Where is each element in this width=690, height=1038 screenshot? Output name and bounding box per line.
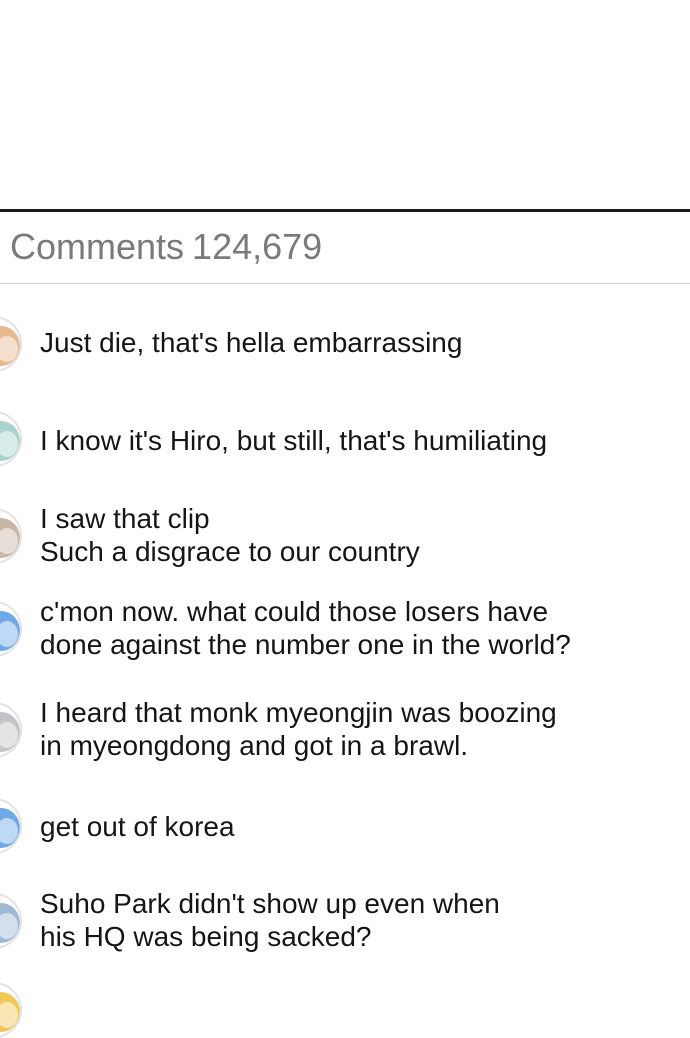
comment-line: I heard that monk myeongjin was boozing — [40, 697, 557, 728]
comment-line: his HQ was being sacked? — [40, 921, 372, 952]
comment-text: I saw that clip Such a disgrace to our c… — [40, 502, 660, 568]
comment-line: c'mon now. what could those losers have — [40, 596, 549, 627]
webtoon-panel-blank-area — [0, 0, 690, 209]
comment-text: get out of korea — [40, 810, 660, 843]
user-avatar-icon[interactable] — [0, 316, 22, 372]
comments-count: 124,679 — [192, 226, 323, 267]
comment-text: Suho Park didn't show up even when his H… — [40, 887, 660, 953]
comment-line: get out of korea — [40, 811, 235, 842]
comments-header: Comments 124,679 — [10, 224, 322, 270]
comment-line: I saw that clip — [40, 503, 210, 534]
user-avatar-icon[interactable] — [0, 601, 22, 657]
user-avatar-icon[interactable] — [0, 893, 22, 949]
user-avatar-icon[interactable] — [0, 411, 22, 467]
comments-label: Comments — [10, 226, 185, 267]
comment-text: I heard that monk myeongjin was boozing … — [40, 696, 660, 762]
user-avatar-icon[interactable] — [0, 702, 22, 758]
comment-line: Such a disgrace to our country — [40, 536, 420, 567]
comment-line: Just die, that's hella embarrassing — [40, 327, 463, 358]
comment-text: c'mon now. what could those losers have … — [40, 595, 660, 661]
comment-line: I know it's Hiro, but still, that's humi… — [40, 425, 548, 456]
section-divider — [0, 209, 690, 212]
comment-line: Suho Park didn't show up even when — [40, 888, 500, 919]
user-avatar-icon[interactable] — [0, 982, 22, 1038]
user-avatar-icon[interactable] — [0, 508, 22, 564]
comment-line: in myeongdong and got in a brawl. — [40, 730, 469, 761]
header-divider — [0, 283, 690, 284]
comment-line: done against the number one in the world… — [40, 629, 571, 660]
user-avatar-icon[interactable] — [0, 798, 22, 854]
comment-text: I know it's Hiro, but still, that's humi… — [40, 424, 660, 457]
comment-text: Just die, that's hella embarrassing — [40, 326, 660, 359]
